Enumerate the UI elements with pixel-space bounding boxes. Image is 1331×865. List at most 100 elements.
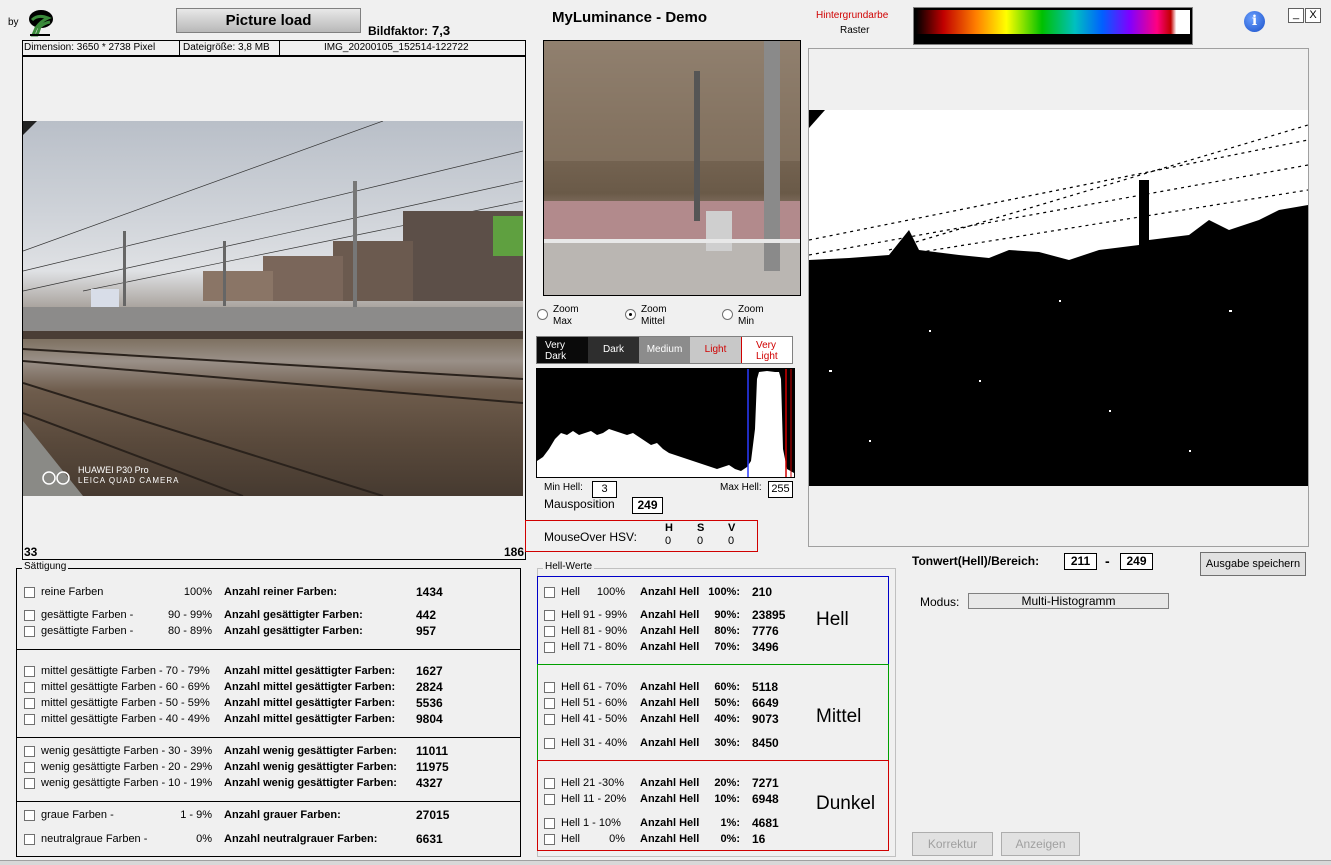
app-title: MyLuminance - Demo [552,9,708,26]
hell-checkbox[interactable] [544,625,555,637]
saettigung-row-value: 6631 [416,832,443,846]
saettigung-row-desc: Anzahl reiner Farben: [224,586,338,598]
picture-load-button[interactable]: Picture load [176,8,361,33]
hell-row-label: Hell 61 - 70% [561,681,628,693]
hell-row-pct: 100%: [708,586,740,598]
hell-row-label: Hell 1 - 10% [561,817,621,829]
saettigung-checkbox[interactable] [24,713,35,725]
saettigung-checkbox[interactable] [24,681,35,693]
saettigung-row-label: gesättigte Farben - [41,609,134,621]
saettigung-row: wenig gesättigte Farben - 30 - 39% [24,743,212,759]
hell-row-label: Hell 91 - 99% [561,609,628,621]
saettigung-checkbox[interactable] [24,697,35,709]
mausposition-value: 249 [632,497,663,514]
saettigung-row-desc: Anzahl wenig gesättigter Farben: [224,745,397,757]
hell-row-desc: Anzahl Hell [640,681,700,693]
saettigung-checkbox[interactable] [24,586,35,598]
hell-row-desc: Anzahl Hell [640,625,700,637]
saettigung-row: mittel gesättigte Farben - 50 - 59% [24,695,210,711]
hell-checkbox[interactable] [544,681,555,693]
saettigung-checkbox[interactable] [24,745,35,757]
saettigung-row: mittel gesättigte Farben - 70 - 79% [24,663,210,679]
hell-checkbox[interactable] [544,697,555,709]
zoom-max-radio[interactable]: Zoom Max [537,304,617,330]
saettigung-row-value: 11011 [416,744,449,758]
saettigung-row-desc: Anzahl gesättigter Farben: [224,609,363,621]
hell-checkbox[interactable] [544,833,555,845]
zoom-min-label-1: Zoom [738,304,764,315]
hell-row-desc: Anzahl Hell [640,713,700,725]
tonwert-to-value: 249 [1120,553,1153,570]
zoom-min-radio[interactable]: Zoom Min [722,304,802,330]
hell-row-desc: Anzahl Hell [640,817,700,829]
hell-checkbox[interactable] [544,609,555,621]
hell-row-pct: 60%: [714,681,740,693]
tab-very-light[interactable]: Very Light [741,337,792,363]
saettigung-row-label: neutralgraue Farben - [41,833,148,845]
saettigung-row-value: 2824 [416,680,443,694]
zoom-max-radio-dot[interactable] [537,309,548,320]
saettigung-checkbox[interactable] [24,809,35,821]
close-button[interactable]: X [1305,8,1321,23]
modus-select[interactable]: Multi-Histogramm [968,593,1169,609]
saettigung-row-label: mittel gesättigte Farben - 60 - 69% [41,681,210,693]
hell-row-pct: 1%: [720,817,740,829]
original-image-panel[interactable]: HUAWEI P30 Pro LEICA QUAD CAMERA 33 186 [22,56,526,560]
tab-dark[interactable]: Dark [588,337,639,363]
hell-row-label: Hell [561,833,580,845]
output-image-panel[interactable] [808,48,1309,547]
hsv-v-header: V [728,522,736,534]
saettigung-row-label: gesättigte Farben - [41,625,134,637]
min-hell-label: Min Hell: [544,482,583,493]
info-icon[interactable]: i [1244,11,1265,32]
hell-row-value: 6948 [752,792,779,806]
saettigung-row-value: 4327 [416,776,443,790]
hell-row-pct: 80%: [714,625,740,637]
histogram-canvas[interactable] [536,368,795,478]
tab-light[interactable]: Light [690,337,741,363]
tab-very-dark[interactable]: Very Dark [537,337,588,363]
hell-row-pct: 10%: [714,793,740,805]
anzeigen-button[interactable]: Anzeigen [1001,832,1080,856]
hell-row-range: 100% [596,586,625,598]
saettigung-row-value: 957 [416,624,437,638]
original-photo: HUAWEI P30 Pro LEICA QUAD CAMERA [23,121,523,496]
hell-row-desc: Anzahl Hell [640,833,700,845]
hell-row-value: 9073 [752,712,779,726]
korrektur-button[interactable]: Korrektur [912,832,993,856]
hell-checkbox[interactable] [544,586,555,598]
hell-row-desc: Anzahl Hell [640,609,700,621]
hell-checkbox[interactable] [544,641,555,653]
hell-checkbox[interactable] [544,817,555,829]
hell-row-value: 8450 [752,736,779,750]
tonwert-from-value: 211 [1064,553,1097,570]
saettigung-row-label: wenig gesättigte Farben - 20 - 29% [41,761,213,773]
color-spectrum-picker[interactable] [913,7,1193,45]
minimize-button[interactable]: _ [1288,8,1304,23]
corner-left-value: 33 [24,545,38,559]
saettigung-row: reine Farben [24,584,103,600]
zoom-mittel-radio-dot[interactable] [625,309,636,320]
ausgabe-speichern-button[interactable]: Ausgabe speichern [1200,552,1306,576]
saettigung-checkbox[interactable] [24,761,35,773]
hell-checkbox[interactable] [544,777,555,789]
mausposition-label: Mausposition [544,497,615,511]
saettigung-checkbox[interactable] [24,665,35,677]
saettigung-checkbox[interactable] [24,833,35,845]
saettigung-row: wenig gesättigte Farben - 10 - 19% [24,775,212,791]
saettigung-checkbox[interactable] [24,777,35,789]
hell-checkbox[interactable] [544,713,555,725]
saettigung-checkbox[interactable] [24,609,35,621]
hell-row-pct: 30%: [714,737,740,749]
tab-medium[interactable]: Medium [639,337,690,363]
hell-row-value: 7271 [752,776,779,790]
hell-row: Hell 21 -30% [544,775,624,791]
hell-checkbox[interactable] [544,793,555,805]
zoom-min-radio-dot[interactable] [722,309,733,320]
hell-row-value: 16 [752,832,766,846]
zoom-mittel-radio[interactable]: Zoom Mittel [625,304,705,330]
hell-checkbox[interactable] [544,737,555,749]
hell-row-pct: 50%: [714,697,740,709]
saettigung-checkbox[interactable] [24,625,35,637]
saettigung-row-value: 442 [416,608,437,622]
